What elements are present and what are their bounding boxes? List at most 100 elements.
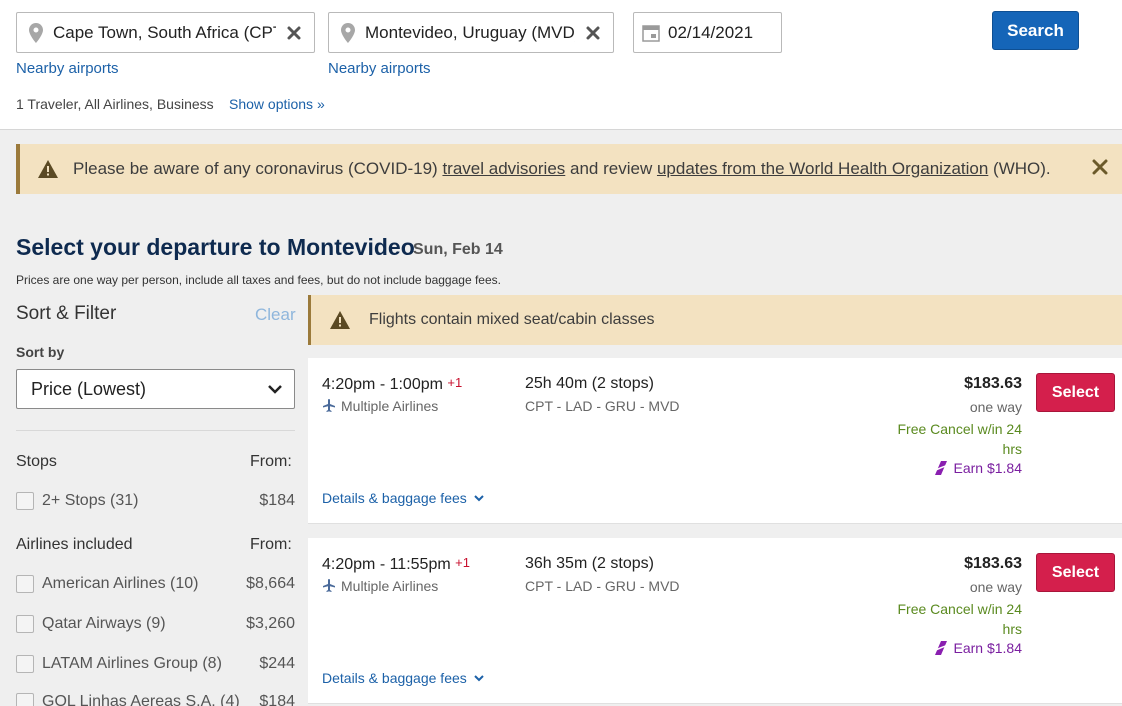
checkbox[interactable] (16, 655, 34, 673)
warning-icon (330, 311, 350, 329)
close-icon[interactable] (1092, 159, 1108, 175)
covid-banner: Please be aware of any coronavirus (COVI… (16, 144, 1122, 194)
show-options-link[interactable]: Show options » (229, 96, 325, 112)
select-flight-button[interactable]: Select (1036, 373, 1115, 412)
sort-filter-title: Sort & Filter (16, 303, 117, 324)
checkbox[interactable] (16, 492, 34, 510)
airline-filter-item[interactable]: GOL Linhas Aereas S.A. (4) $184 (16, 690, 295, 706)
checkbox[interactable] (16, 615, 34, 633)
sort-select[interactable]: Price (Lowest) (16, 369, 295, 409)
airline-filter-item[interactable]: LATAM Airlines Group (8) $244 (16, 652, 295, 676)
flight-time-range: 4:20pm - 1:00pm (322, 376, 443, 393)
clear-origin-icon[interactable] (286, 25, 302, 41)
date-value[interactable]: 02/14/2021 (668, 23, 781, 43)
warning-icon (38, 160, 58, 178)
nearby-airports-destination-link[interactable]: Nearby airports (328, 60, 431, 77)
airline-filter-item[interactable]: Qatar Airways (9) $3,260 (16, 612, 295, 636)
price-type: one way (969, 399, 1022, 415)
flight-price: $183.63 (964, 555, 1022, 572)
covid-message-text: Please be aware of any coronavirus (COVI… (73, 159, 443, 178)
stops-title: Stops (16, 453, 57, 470)
price-type: one way (969, 579, 1022, 595)
chevron-down-icon (268, 385, 282, 394)
flight-duration: 25h 40m (2 stops) (525, 375, 654, 392)
next-day-indicator: +1 (447, 375, 463, 390)
multiple-airlines-icon (323, 399, 335, 412)
airlines-from-label: From: (250, 536, 292, 553)
rewards-icon (932, 461, 949, 475)
flight-card: 4:20pm - 1:00pm +1 Multiple Airlines 25h… (308, 358, 1122, 524)
who-updates-link[interactable]: updates from the World Health Organizati… (657, 159, 988, 178)
airline-name: Multiple Airlines (341, 578, 439, 594)
covid-message: Please be aware of any coronavirus (COVI… (73, 159, 1051, 179)
flight-time-range: 4:20pm - 11:55pm (322, 556, 451, 573)
earn-rewards: Earn $1.84 (932, 639, 1023, 657)
rewards-icon (932, 641, 949, 655)
free-cancel-text: Free Cancel w/in 24 hrs (897, 601, 1022, 637)
mixed-cabin-notice: Flights contain mixed seat/cabin classes (308, 295, 1122, 345)
destination-field[interactable]: Montevideo, Uruguay (MVD) (328, 12, 614, 53)
filter-label: 2+ Stops (31) (42, 492, 139, 509)
airline-info: Multiple Airlines (322, 398, 438, 414)
details-label: Details & baggage fees (322, 490, 467, 506)
filter-label: Qatar Airways (9) (42, 615, 166, 632)
filter-label: American Airlines (10) (42, 575, 199, 592)
stops-filter-item[interactable]: 2+ Stops (31) $184 (16, 489, 295, 513)
covid-message-text: and review (565, 159, 657, 178)
page-title: Select your departure to Montevideo (16, 234, 415, 260)
select-flight-button[interactable]: Select (1036, 553, 1115, 592)
traveler-summary: 1 Traveler, All Airlines, Business (16, 96, 214, 112)
earn-amount: Earn $1.84 (953, 460, 1023, 476)
filter-label: GOL Linhas Aereas S.A. (4) (42, 693, 240, 706)
filter-price: $244 (259, 655, 295, 672)
earn-amount: Earn $1.84 (953, 640, 1023, 656)
destination-value[interactable]: Montevideo, Uruguay (MVD) (365, 23, 575, 43)
airlines-title: Airlines included (16, 536, 133, 553)
filter-price: $184 (259, 693, 295, 706)
clear-filters-link[interactable]: Clear (255, 305, 296, 325)
clear-destination-icon[interactable] (585, 25, 601, 41)
chevron-down-icon (474, 495, 484, 502)
airline-info: Multiple Airlines (322, 578, 438, 594)
flight-route: CPT - LAD - GRU - MVD (525, 578, 680, 594)
filter-price: $8,664 (246, 575, 295, 592)
page-title-date: Sun, Feb 14 (413, 241, 503, 258)
sort-by-label: Sort by (16, 344, 65, 360)
airline-name: Multiple Airlines (341, 398, 439, 414)
sort-select-value: Price (Lowest) (31, 378, 147, 399)
flight-times: 4:20pm - 1:00pm +1 (322, 375, 462, 394)
airline-filter-item[interactable]: American Airlines (10) $8,664 (16, 572, 295, 596)
next-day-indicator: +1 (455, 555, 470, 570)
stops-from-label: From: (250, 453, 292, 470)
filter-price: $184 (259, 492, 295, 509)
details-baggage-link[interactable]: Details & baggage fees (322, 490, 484, 506)
nearby-airports-origin-link[interactable]: Nearby airports (16, 60, 119, 77)
checkbox[interactable] (16, 575, 34, 593)
flight-duration: 36h 35m (2 stops) (525, 555, 654, 572)
origin-value[interactable]: Cape Town, South Africa (CPT) (53, 23, 276, 43)
search-panel: Cape Town, South Africa (CPT) Montevideo… (0, 0, 1122, 130)
price-note: Prices are one way per person, include a… (16, 273, 501, 287)
mixed-cabin-message: Flights contain mixed seat/cabin classes (369, 311, 655, 328)
covid-message-text: (WHO). (988, 159, 1051, 178)
calendar-icon (642, 24, 660, 42)
flight-price: $183.63 (964, 375, 1022, 392)
origin-field[interactable]: Cape Town, South Africa (CPT) (16, 12, 315, 53)
details-label: Details & baggage fees (322, 670, 467, 686)
flight-card: 4:20pm - 11:55pm +1 Multiple Airlines 36… (308, 538, 1122, 704)
divider (16, 430, 295, 431)
details-baggage-link[interactable]: Details & baggage fees (322, 670, 484, 686)
location-pin-icon (341, 22, 355, 43)
filter-label: LATAM Airlines Group (8) (42, 655, 222, 672)
search-button[interactable]: Search (992, 11, 1079, 50)
travel-advisories-link[interactable]: travel advisories (442, 159, 565, 178)
earn-rewards: Earn $1.84 (932, 459, 1023, 477)
filter-price: $3,260 (246, 615, 295, 632)
checkbox[interactable] (16, 693, 34, 706)
date-field[interactable]: 02/14/2021 (633, 12, 782, 53)
flight-times: 4:20pm - 11:55pm +1 (322, 555, 470, 574)
chevron-down-icon (474, 675, 484, 682)
location-pin-icon (29, 22, 43, 43)
multiple-airlines-icon (323, 579, 335, 592)
flight-route: CPT - LAD - GRU - MVD (525, 398, 680, 414)
